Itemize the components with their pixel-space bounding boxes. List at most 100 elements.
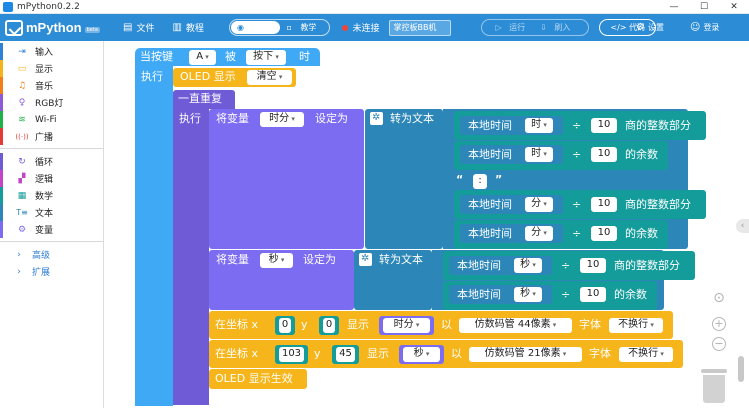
window-title: mPython0.2.2 [17,1,80,12]
divisor-input[interactable]: 10 [591,147,617,162]
workspace-scrollbar[interactable] [738,356,744,382]
settings-button[interactable]: ⚙ 设置 [636,14,664,41]
var-getter-hm-select[interactable]: 时分 [383,318,430,333]
sidebar-item-label: 数学 [35,192,54,202]
divisor-input[interactable]: 10 [591,118,617,133]
wrap-select[interactable]: 不换行 [609,318,663,333]
divisor-input[interactable]: 10 [591,226,617,241]
maximize-button[interactable]: ☐ [689,0,719,14]
sidebar-item-label: 显示 [35,65,54,75]
time-unit-select[interactable]: 时 [525,147,553,162]
sidebar-item-label: 输入 [35,48,54,58]
sidebar-item-label: 音乐 [35,82,54,92]
sidebar-item-extensions[interactable]: › 扩展 [0,263,104,280]
var-getter-sec-select[interactable]: 秒 [403,347,440,362]
settings-label: 设置 [647,23,664,32]
flash-button[interactable]: ⇩ 刷入 [540,22,575,33]
event-then-label: 时 [299,50,310,63]
center-icon[interactable]: ⊙ [712,291,726,306]
divisor-input[interactable]: 10 [580,258,606,273]
set-var-label: 将变量 [216,253,249,266]
app-icon [3,1,13,12]
to-text-hm-block[interactable] [365,109,443,249]
connect-button[interactable]: 未连接 [342,21,379,34]
mode-teach-tab[interactable]: ▫ 教学 [280,21,328,34]
file-button[interactable]: ▤ 文件 [123,21,154,34]
collapse-panel-button[interactable]: ‹ [736,219,749,233]
draw-font-label: 字体 [589,347,611,360]
wrap-select[interactable]: 不换行 [619,347,673,362]
board-select[interactable]: 掌控板BB机 [389,19,452,36]
zoom-in-button[interactable]: + [712,317,726,331]
key-select[interactable]: A [189,50,216,65]
divisor-input[interactable]: 10 [591,197,617,212]
sidebar-item-logic[interactable]: ▞ 逻辑 [0,170,104,187]
quotient-label: 商的整数部分 [614,259,680,272]
math-grid-icon: ▦ [17,190,27,201]
x-input[interactable]: 103 [279,347,304,362]
run-button[interactable]: ▷ 运行 [495,22,530,33]
zoom-out-button[interactable]: − [712,337,726,351]
category-color-bar [0,187,3,204]
divide-operator: ÷ [572,148,582,161]
login-button[interactable]: ☺ 登录 [690,14,719,41]
sidebar-item-wifi[interactable]: ≋ Wi-Fi [0,111,104,128]
sidebar-item-input[interactable]: ⇥ 输入 [0,43,104,60]
logo-icon [5,19,23,36]
trash-icon[interactable] [701,369,727,403]
y-input[interactable]: 0 [323,318,335,333]
draw-y-label: y [314,347,321,360]
text-icon: T≡ [16,208,28,217]
divisor-input[interactable]: 10 [580,287,606,302]
chevron-right-icon: › [17,249,21,260]
category-color-bar [0,43,3,60]
sidebar-item-rgb[interactable]: ♀ RGB灯 [0,94,104,111]
sidebar-item-advanced[interactable]: › 高级 [0,246,104,263]
remainder-label: 的余数 [625,227,658,240]
login-label: 登录 [703,23,720,32]
draw-with-label: 以 [451,347,462,360]
forever-block-body[interactable] [173,109,209,405]
sidebar-item-music[interactable]: ♫ 音乐 [0,77,104,94]
time-unit-select[interactable]: 时 [525,118,553,133]
divide-operator: ÷ [561,288,571,301]
time-unit-select[interactable]: 分 [525,226,553,241]
close-button[interactable]: ✕ [719,0,749,14]
draw-with-label: 以 [441,318,452,331]
tutorial-button[interactable]: ▥ 教程 [172,21,203,34]
sidebar-item-display[interactable]: ▭ 显示 [0,60,104,77]
local-time-label: 本地时间 [468,227,512,240]
y-input[interactable]: 45 [336,347,355,362]
mode-normal-tab[interactable]: ◉ 普通 [230,21,281,34]
sidebar-item-math[interactable]: ▦ 数学 [0,187,104,204]
divide-operator: ÷ [561,259,571,272]
set-var-hm-block[interactable] [209,109,364,249]
var-hm-select[interactable]: 时分 [260,112,304,127]
forever-exec-label: 执行 [179,112,201,125]
draw-font-label: 字体 [579,318,601,331]
sidebar-item-label: 扩展 [32,268,51,278]
draw-show-label: 显示 [347,318,369,331]
time-unit-select[interactable]: 秒 [514,258,542,273]
time-unit-select[interactable]: 分 [525,197,553,212]
block-workspace[interactable]: 当按键 A 被 按下 时 执行 OLED 显示 清空 一直重复 执行 将变量 时… [104,41,749,408]
minimize-button[interactable]: — [659,0,689,14]
sidebar-item-text[interactable]: T≡ 文本 [0,204,104,221]
font-select[interactable]: 仿数码管 21像素 [469,347,582,362]
sidebar-item-variable[interactable]: ⚙ 变量 [0,221,104,238]
var-sec-select[interactable]: 秒 [260,253,293,268]
run-flash-group: ▷ 运行 ⇩ 刷入 [481,19,590,36]
category-color-bar [0,111,3,128]
sidebar-item-broadcast[interactable]: ((·)) 广播 [0,128,104,145]
time-unit-select[interactable]: 秒 [514,287,542,302]
oled-clear-select[interactable]: 清空 [247,70,292,85]
local-time-label: 本地时间 [468,198,512,211]
font-select[interactable]: 仿数码管 44像素 [459,318,572,333]
colon-text-input[interactable]: : [473,174,487,189]
sidebar-item-loop[interactable]: ↻ 循环 [0,153,104,170]
event-block-body[interactable] [135,66,173,406]
mode-switch: ◉ 普通 ▫ 教学 [228,19,331,36]
key-action-select[interactable]: 按下 [246,50,286,65]
x-input[interactable]: 0 [279,318,291,333]
remainder-label: 的余数 [614,288,647,301]
